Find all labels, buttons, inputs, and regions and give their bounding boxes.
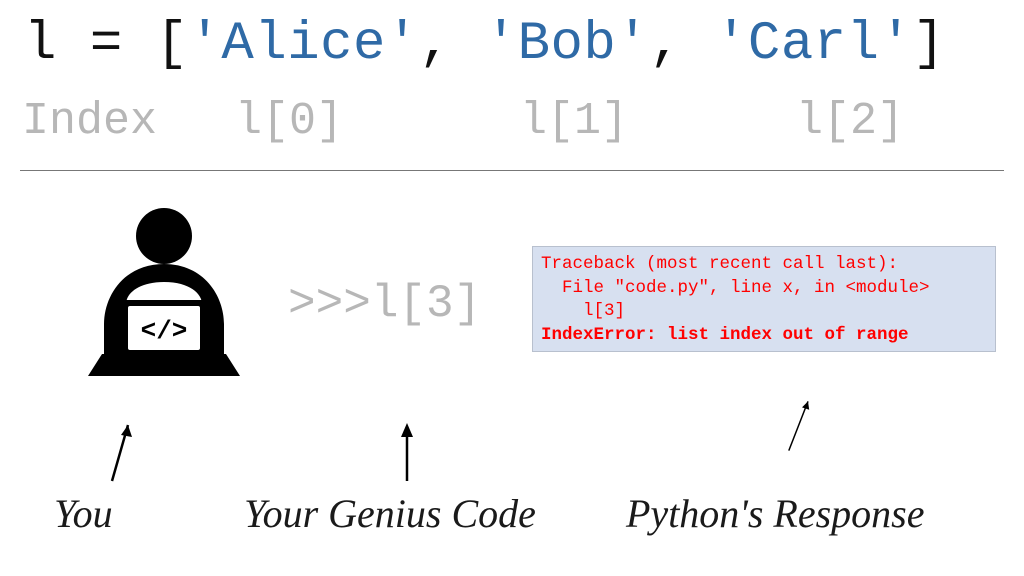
caption-genius: Your Genius Code [244,490,536,537]
caption-you: You [54,490,113,537]
index-0: l[0] [235,96,343,147]
repl-input: >>>l[3] [288,278,481,330]
code-comma2: , [649,14,682,75]
traceback-box: Traceback (most recent call last): File … [532,246,996,352]
code-assignment-line: l = ['Alice', 'Bob', 'Carl'] [24,14,945,75]
code-rbracket: ] [912,14,945,75]
code-lbracket: [ [156,14,189,75]
index-1: l[1] [520,96,628,147]
svg-text:</>: </> [141,316,188,346]
arrow-python [784,388,814,458]
index-2: l[2] [796,96,904,147]
arrow-you [106,415,136,485]
code-str-bob: 'Bob' [485,14,650,75]
code-eq: = [90,14,123,75]
code-var: l [24,14,57,75]
trace-line-2: File "code.py", line x, in <module> [541,278,930,298]
repl-expr: l[3] [371,278,481,330]
trace-line-1: Traceback (most recent call last): [541,254,898,274]
index-label: Index [22,96,157,147]
programmer-icon: </> [64,204,264,384]
code-str-alice: 'Alice' [189,14,419,75]
divider-line [20,170,1004,171]
trace-line-3: l[3] [541,301,625,321]
code-str-carl: 'Carl' [715,14,912,75]
trace-error: IndexError: list index out of range [541,325,909,345]
code-comma1: , [419,14,452,75]
arrow-genius [392,415,422,485]
caption-python: Python's Response [626,490,925,537]
repl-prompt: >>> [288,278,371,330]
